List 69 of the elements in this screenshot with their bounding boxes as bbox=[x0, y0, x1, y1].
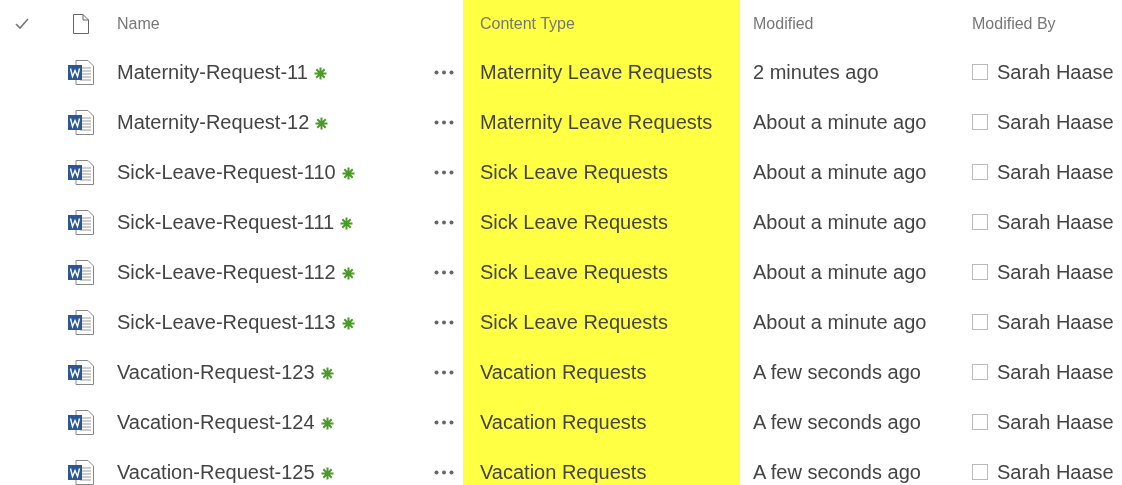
user-name-link[interactable]: Sarah Haase bbox=[997, 110, 1114, 134]
checkmark-icon[interactable] bbox=[15, 17, 29, 30]
user-name-link[interactable]: Sarah Haase bbox=[997, 160, 1114, 184]
content-type-text: Maternity Leave Requests bbox=[480, 110, 713, 134]
square-icon bbox=[972, 264, 988, 280]
word-document-icon bbox=[67, 208, 95, 236]
word-document-icon bbox=[67, 158, 95, 186]
word-document-icon bbox=[67, 258, 95, 286]
modified-text: About a minute ago bbox=[753, 260, 927, 284]
square-icon bbox=[972, 214, 988, 230]
square-icon bbox=[972, 364, 988, 380]
modified-text: About a minute ago bbox=[753, 310, 927, 334]
modified-text: A few seconds ago bbox=[753, 360, 921, 384]
more-icon[interactable] bbox=[434, 169, 454, 175]
file-name-link[interactable]: Maternity-Request-12 bbox=[117, 110, 310, 134]
column-header[interactable]: Content Type bbox=[463, 0, 740, 47]
modified-text: 2 minutes ago bbox=[753, 60, 879, 84]
square-icon bbox=[972, 164, 988, 180]
content-type-text: Sick Leave Requests bbox=[480, 160, 668, 184]
more-icon[interactable] bbox=[434, 469, 454, 475]
word-document-icon bbox=[67, 358, 95, 386]
more-icon[interactable] bbox=[434, 319, 454, 325]
square-icon bbox=[972, 114, 988, 130]
content-type-text: Maternity Leave Requests bbox=[480, 60, 713, 84]
modified-text: A few seconds ago bbox=[753, 410, 921, 434]
user-name-link[interactable]: Sarah Haase bbox=[997, 310, 1114, 334]
content-type-text: Vacation Requests bbox=[480, 360, 647, 384]
file-name-link[interactable]: Sick-Leave-Request-111 bbox=[117, 210, 335, 234]
square-icon bbox=[972, 464, 988, 480]
word-document-icon bbox=[67, 308, 95, 336]
user-name-link[interactable]: Sarah Haase bbox=[997, 210, 1114, 234]
file-name-link[interactable]: Vacation-Request-123 bbox=[117, 360, 315, 384]
file-name-link[interactable]: Maternity-Request-11 bbox=[117, 60, 308, 84]
file-name-link[interactable]: Sick-Leave-Request-112 bbox=[117, 260, 336, 284]
square-icon bbox=[972, 314, 988, 330]
user-name-link[interactable]: Sarah Haase bbox=[997, 460, 1114, 484]
modified-text: About a minute ago bbox=[753, 110, 927, 134]
user-name-link[interactable]: Sarah Haase bbox=[997, 410, 1114, 434]
file-name-link[interactable]: Vacation-Request-124 bbox=[117, 410, 315, 434]
content-type-text: Sick Leave Requests bbox=[480, 310, 668, 334]
column-header[interactable]: Modified bbox=[740, 0, 958, 47]
content-type-text: Vacation Requests bbox=[480, 460, 647, 484]
word-document-icon bbox=[67, 408, 95, 436]
column-header[interactable]: Modified By bbox=[958, 0, 1122, 47]
more-icon[interactable] bbox=[434, 69, 454, 75]
word-document-icon bbox=[67, 58, 95, 86]
square-icon bbox=[972, 64, 988, 80]
file-name-link[interactable]: Sick-Leave-Request-113 bbox=[117, 310, 336, 334]
file-name-link[interactable]: Vacation-Request-125 bbox=[117, 460, 315, 484]
user-name-link[interactable]: Sarah Haase bbox=[997, 60, 1114, 84]
more-icon[interactable] bbox=[434, 369, 454, 375]
more-icon[interactable] bbox=[434, 119, 454, 125]
word-document-icon bbox=[67, 458, 95, 485]
modified-text: About a minute ago bbox=[753, 210, 927, 234]
modified-text: A few seconds ago bbox=[753, 460, 921, 484]
document-icon bbox=[73, 13, 89, 34]
modified-text: About a minute ago bbox=[753, 160, 927, 184]
square-icon bbox=[972, 414, 988, 430]
user-name-link[interactable]: Sarah Haase bbox=[997, 360, 1114, 384]
column-header[interactable]: Name bbox=[117, 14, 160, 33]
content-type-text: Vacation Requests bbox=[480, 410, 647, 434]
more-icon[interactable] bbox=[434, 269, 454, 275]
content-type-text: Sick Leave Requests bbox=[480, 210, 668, 234]
more-icon[interactable] bbox=[434, 219, 454, 225]
file-name-link[interactable]: Sick-Leave-Request-110 bbox=[117, 160, 336, 184]
user-name-link[interactable]: Sarah Haase bbox=[997, 260, 1114, 284]
content-type-text: Sick Leave Requests bbox=[480, 260, 668, 284]
word-document-icon bbox=[67, 108, 95, 136]
more-icon[interactable] bbox=[434, 419, 454, 425]
